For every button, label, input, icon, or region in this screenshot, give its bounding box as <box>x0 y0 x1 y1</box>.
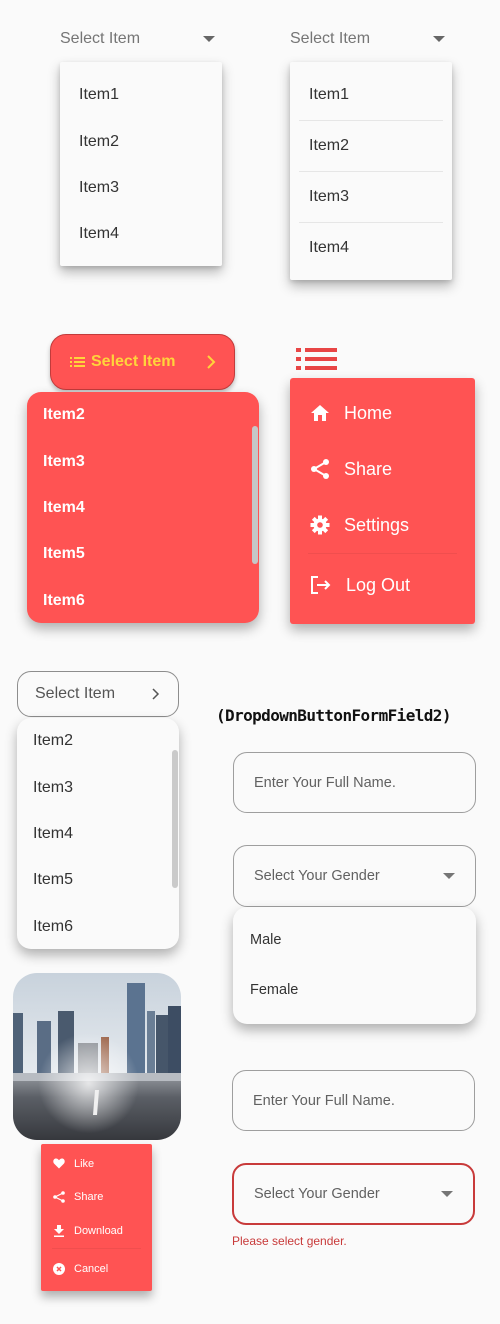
dropdown-arrow-icon <box>203 36 215 42</box>
select-item-dropdown-1[interactable]: Select Item <box>60 27 215 51</box>
popup-item-label: Settings <box>344 514 410 535</box>
menu-item[interactable]: Item2 <box>17 718 179 764</box>
outlined-dropdown-menu: Item2 Item3 Item4 Item5 Item6 <box>17 718 179 949</box>
menu-item[interactable]: Item2 <box>27 392 259 438</box>
popup-item-home[interactable]: Home <box>290 385 475 441</box>
dropdown-2-menu: Item1 Item2 Item3 Item4 <box>290 62 452 280</box>
gender-option-female[interactable]: Female <box>233 965 476 1015</box>
share-icon <box>53 1191 65 1204</box>
city-road-photo <box>13 973 181 1140</box>
image-menu-label: Download <box>74 1224 123 1237</box>
chevron-right-icon <box>207 355 216 369</box>
gender-dropdown-error[interactable]: Select Your Gender <box>232 1163 475 1225</box>
section-heading: (DropdownButtonFormField2) <box>216 706 451 725</box>
cancel-icon <box>53 1263 65 1275</box>
select-item-dropdown-2[interactable]: Select Item <box>290 27 445 51</box>
city-road-image[interactable] <box>13 973 181 1140</box>
dropdown-arrow-icon <box>433 36 445 42</box>
scrollbar[interactable] <box>252 426 258 564</box>
menu-item[interactable]: Item3 <box>27 438 259 484</box>
menu-item[interactable]: Item6 <box>27 578 259 623</box>
full-name-placeholder: Enter Your Full Name. <box>254 774 396 791</box>
gender-hint: Select Your Gender <box>254 868 380 884</box>
menu-item[interactable]: Item2 <box>299 121 443 172</box>
popup-item-label: Share <box>344 458 393 479</box>
image-menu-item-share[interactable]: Share <box>41 1181 152 1215</box>
popup-item-logout[interactable]: Log Out <box>290 554 475 616</box>
logout-icon <box>311 576 331 594</box>
gender-dropdown[interactable]: Select Your Gender <box>233 845 476 907</box>
gender-menu: Male Female <box>233 907 476 1024</box>
menu-item[interactable]: Item5 <box>27 531 259 577</box>
menu-item[interactable]: Item6 <box>17 904 179 949</box>
full-name-field[interactable]: Enter Your Full Name. <box>233 752 476 813</box>
gender-hint: Select Your Gender <box>254 1186 380 1202</box>
gender-error-message: Please select gender. <box>232 1234 347 1248</box>
gender-option-male[interactable]: Male <box>233 915 476 965</box>
menu-item[interactable]: Item3 <box>299 172 443 223</box>
list-icon <box>70 357 85 367</box>
popup-item-share[interactable]: Share <box>290 441 475 497</box>
menu-item[interactable]: Item4 <box>17 811 179 857</box>
popup-menu: Home Share Settings Log Out <box>290 378 475 624</box>
image-menu-item-like[interactable]: Like <box>41 1147 152 1181</box>
outlined-select-item-button[interactable]: Select Item <box>17 671 179 717</box>
image-menu-label: Share <box>74 1191 104 1204</box>
dropdown-hint: Select Item <box>35 685 116 702</box>
image-menu-label: Cancel <box>74 1263 109 1275</box>
list-menu-icon-button[interactable] <box>296 348 337 371</box>
menu-item[interactable]: Item3 <box>60 165 222 211</box>
menu-item[interactable]: Item5 <box>17 857 179 903</box>
menu-item[interactable]: Item1 <box>60 72 222 118</box>
image-popup-menu: Like Share Download Cancel <box>41 1144 152 1291</box>
image-menu-label: Like <box>74 1157 95 1170</box>
popup-item-label: Log Out <box>346 574 411 595</box>
red-dropdown-menu: Item2 Item3 Item4 Item5 Item6 <box>27 392 259 623</box>
dropdown-hint: Select Item <box>290 30 371 47</box>
menu-item[interactable]: Item3 <box>17 764 179 810</box>
download-icon <box>54 1224 64 1237</box>
heart-icon <box>53 1158 65 1169</box>
menu-item[interactable]: Item2 <box>60 118 222 164</box>
settings-icon <box>310 515 330 535</box>
share-icon <box>311 459 329 479</box>
popup-item-label: Home <box>344 402 393 423</box>
menu-item[interactable]: Item1 <box>299 70 443 121</box>
popup-item-settings[interactable]: Settings <box>290 497 475 553</box>
home-icon <box>311 405 329 421</box>
scrollbar[interactable] <box>172 750 178 888</box>
dropdown-arrow-icon <box>443 873 455 879</box>
image-menu-item-download[interactable]: Download <box>41 1214 152 1248</box>
menu-item[interactable]: Item4 <box>27 485 259 531</box>
dropdown-1-menu: Item1 Item2 Item3 Item4 <box>60 62 222 266</box>
chevron-right-icon <box>152 688 160 700</box>
menu-item[interactable]: Item4 <box>299 223 443 273</box>
dropdown-hint: Select Item <box>91 353 176 370</box>
full-name-placeholder: Enter Your Full Name. <box>253 1092 395 1109</box>
dropdown-hint: Select Item <box>60 30 141 47</box>
dropdown-arrow-icon <box>441 1191 453 1197</box>
menu-item[interactable]: Item4 <box>60 211 222 257</box>
full-name-field-2[interactable]: Enter Your Full Name. <box>232 1070 475 1131</box>
image-menu-item-cancel[interactable]: Cancel <box>41 1249 152 1290</box>
red-select-item-button[interactable]: Select Item <box>50 334 235 390</box>
